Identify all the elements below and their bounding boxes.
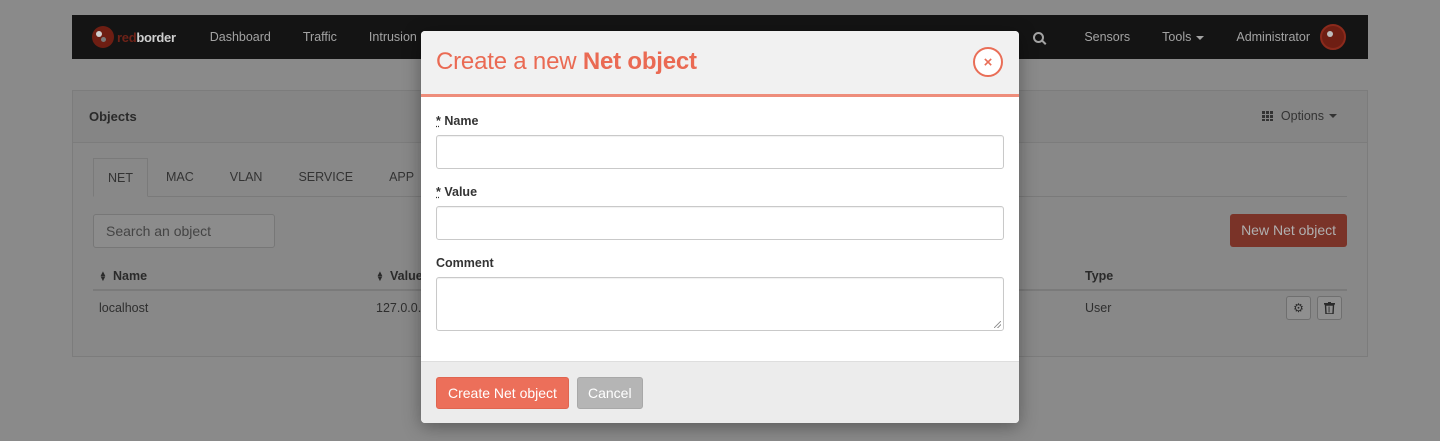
brand-logo-link[interactable]: redborder [92,26,176,48]
value-label: * Value [436,185,478,199]
trash-icon [1324,302,1335,314]
name-input[interactable] [436,135,1004,169]
search-input[interactable]: Search an object [93,214,275,248]
tab-mac[interactable]: MAC [148,158,212,196]
nav-user-menu[interactable]: Administrator [1220,30,1316,44]
tab-service[interactable]: SERVICE [280,158,371,196]
panel-title: Objects [89,109,137,124]
close-button[interactable]: × [973,47,1003,77]
required-marker: * [436,185,441,199]
value-input[interactable] [436,206,1004,240]
resize-handle[interactable] [994,321,1001,328]
cell-name: localhost [99,301,149,315]
column-header-type: Type [1085,269,1114,283]
options-label: Options [1280,109,1324,123]
new-net-object-button[interactable]: New Net object [1230,214,1347,247]
grid-icon [1261,111,1273,121]
modal-header: Create a new Net object × [421,31,1019,97]
comment-label: Comment [436,256,494,270]
close-icon: × [983,53,993,71]
brand-name: redborder [117,29,176,45]
nav-tools-label: Tools [1162,30,1192,44]
create-net-object-button[interactable]: Create Net object [436,377,569,409]
nav-dashboard[interactable]: Dashboard [194,30,287,44]
nav-sensors[interactable]: Sensors [1068,30,1146,44]
chevron-down-icon [1329,114,1337,118]
delete-button[interactable] [1317,296,1342,320]
cancel-button[interactable]: Cancel [577,377,643,409]
sort-icon: ▲ ▼ [99,268,107,283]
options-dropdown[interactable]: Options [1261,109,1337,123]
name-label: * Name [436,114,479,128]
cell-type: User [1085,301,1112,315]
edit-button[interactable]: ⚙ [1286,296,1311,320]
modal-title: Create a new Net object [436,48,697,75]
sort-icon: ▲ ▼ [376,268,384,283]
avatar[interactable] [1320,24,1346,50]
comment-textarea[interactable] [436,277,1004,331]
tab-net[interactable]: NET [93,158,148,197]
column-header-name[interactable]: ▲ ▼ Name [99,269,147,283]
chevron-down-icon [1196,35,1205,40]
create-net-object-modal: Create a new Net object × * Name * Value… [421,31,1019,423]
gear-icon: ⚙ [1293,301,1304,315]
search-icon[interactable] [1033,31,1045,43]
column-header-value[interactable]: ▲ ▼ Value [376,269,423,283]
tab-vlan[interactable]: VLAN [212,158,281,196]
required-marker: * [436,114,441,128]
modal-footer: Create Net object Cancel [421,361,1019,423]
redborder-logo-icon [92,26,114,48]
nav-tools-dropdown[interactable]: Tools [1146,30,1220,44]
nav-traffic[interactable]: Traffic [287,30,353,44]
